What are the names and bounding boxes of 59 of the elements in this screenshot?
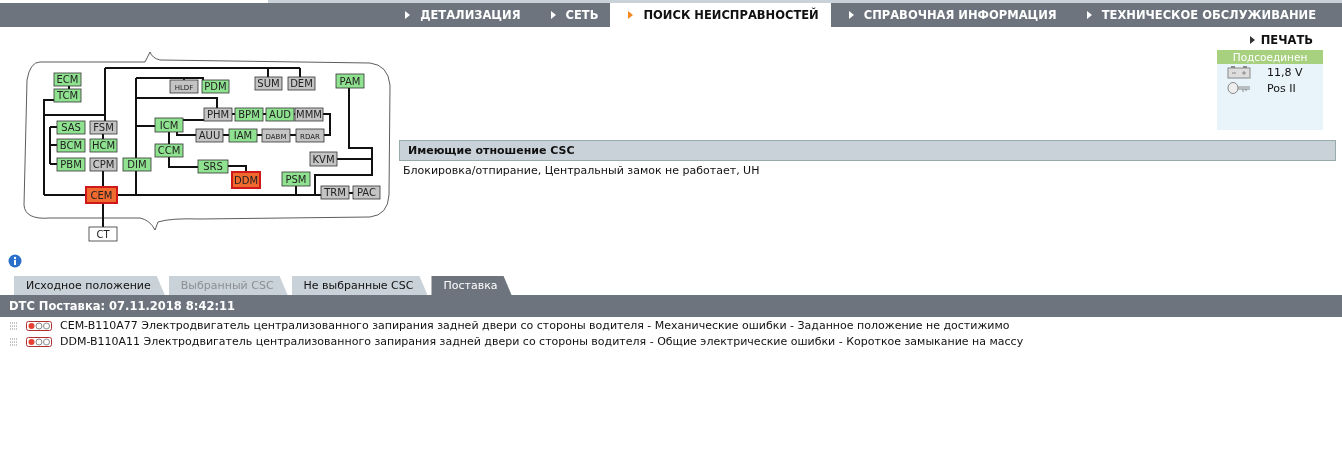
triangle-icon: [1086, 11, 1092, 19]
connection-status: Подсоединен: [1217, 50, 1323, 64]
nav-tab[interactable]: СПРАВОЧНАЯ ИНФОРМАЦИЯ: [830, 3, 1069, 27]
module-node[interactable]: IAM: [228, 128, 258, 143]
csc-text: Блокировка/отпирание, Центральный замок не работает, UH: [402, 163, 761, 179]
triangle-icon: [1249, 36, 1255, 44]
module-node[interactable]: SUM: [254, 76, 283, 91]
triangle-icon: [550, 11, 556, 19]
dtc-text: DDM-B110A11 Электродвигатель централизованного запирания задней двери со стороны водителя - Общие электрические ошибки - Короткое замыкание на массу: [60, 335, 1024, 348]
module-node[interactable]: CT: [88, 226, 118, 242]
battery-icon: [1227, 65, 1251, 79]
status-lights-icon: [26, 336, 52, 347]
module-node[interactable]: FSM: [89, 120, 118, 135]
sub-tab[interactable]: Поставка: [431, 276, 512, 295]
key-position: Pos II: [1267, 81, 1296, 95]
module-node[interactable]: HCM: [89, 138, 118, 153]
dtc-header: DTC Поставка: 07.11.2018 8:42:11: [0, 295, 1342, 317]
module-node[interactable]: BPM: [234, 107, 264, 122]
nav-tab[interactable]: СЕТЬ: [532, 3, 611, 27]
module-node[interactable]: DEM: [287, 76, 316, 91]
dtc-text: CEM-B110A77 Электродвигатель централизованного запирания задней двери со стороны водителя - Механические ошибки - Заданное положение не достижимо: [60, 319, 1010, 332]
module-node[interactable]: PBM: [56, 157, 86, 172]
section-header: Имеющие отношение CSC: [399, 140, 1336, 161]
module-node[interactable]: ICM: [154, 117, 184, 133]
module-node[interactable]: PSM: [281, 171, 311, 187]
module-node[interactable]: TRM: [320, 185, 350, 200]
sub-tab[interactable]: Не выбранные CSC: [291, 276, 428, 295]
module-node[interactable]: MMM: [294, 107, 324, 122]
module-node[interactable]: BCM: [56, 138, 86, 153]
status-lights-icon: [26, 320, 52, 331]
nav-tab[interactable]: ПОИСК НЕИСПРАВНОСТЕЙ: [610, 3, 831, 27]
module-node[interactable]: AUD: [265, 107, 295, 122]
triangle-icon: [405, 11, 411, 19]
module-node[interactable]: SAS: [56, 120, 86, 135]
module-node[interactable]: PHM: [203, 107, 233, 122]
module-node[interactable]: KVM: [309, 151, 338, 167]
module-node[interactable]: AUU: [195, 128, 224, 143]
module-node[interactable]: TCM: [53, 88, 82, 103]
module-node[interactable]: SRS: [197, 159, 229, 174]
key-icon: [1227, 81, 1251, 95]
triangle-icon: [628, 11, 634, 19]
print-link[interactable]: ПЕЧАТЬ: [1249, 33, 1313, 47]
nav-tab[interactable]: ДЕТАЛИЗАЦИЯ: [387, 3, 533, 27]
module-node[interactable]: PAM: [335, 73, 365, 89]
module-node[interactable]: CPM: [89, 157, 118, 172]
module-node[interactable]: CEM: [85, 186, 118, 204]
info-icon[interactable]: [8, 254, 22, 268]
module-node[interactable]: PAC: [352, 185, 381, 200]
module-node[interactable]: DIM: [122, 157, 152, 172]
voltage-value: 11,8 V: [1267, 65, 1303, 79]
nav-tab[interactable]: ТЕХНИЧЕСКОЕ ОБСЛУЖИВАНИЕ: [1068, 3, 1328, 27]
module-node[interactable]: PDM: [201, 79, 230, 94]
triangle-icon: [848, 11, 854, 19]
grid-icon[interactable]: [10, 321, 18, 330]
module-node[interactable]: ECM: [53, 72, 82, 87]
grid-icon[interactable]: [10, 337, 18, 346]
module-node[interactable]: DDM: [231, 171, 261, 189]
module-node[interactable]: CCM: [154, 143, 184, 158]
sub-tab[interactable]: Исходное положение: [14, 276, 165, 295]
